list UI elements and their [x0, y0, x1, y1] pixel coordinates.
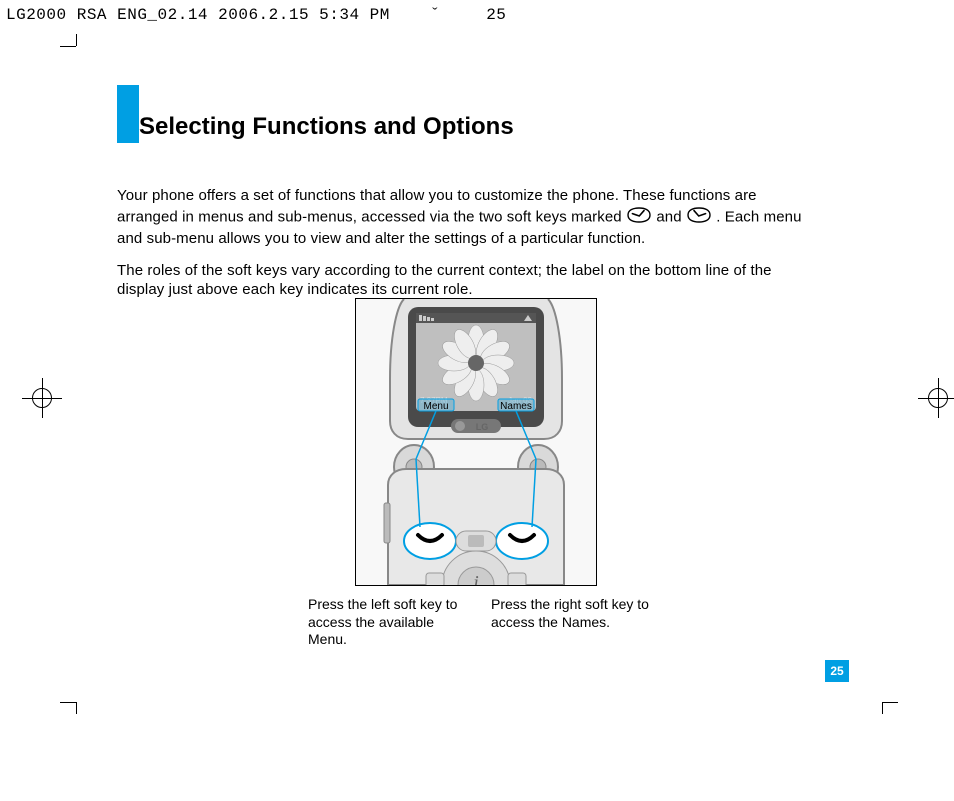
slug-page-hint: 25	[486, 6, 506, 24]
slug-line: LG2000 RSA ENG_02.14 2006.2.15 5:34 PM ˇ…	[6, 6, 506, 24]
right-softkey-icon	[686, 206, 712, 230]
crop-mark	[882, 702, 883, 714]
slug-caret: ˇ	[430, 6, 440, 24]
caption-left: Press the left soft key to access the av…	[308, 596, 468, 649]
brand-badge: LG	[476, 422, 489, 432]
svg-text:i: i	[473, 572, 479, 585]
registration-mark-left	[22, 378, 62, 418]
page-title: Selecting Functions and Options	[139, 113, 514, 141]
paragraph-1: Your phone offers a set of functions tha…	[117, 186, 817, 249]
screen-soft-left: Menu	[423, 401, 448, 412]
body-text: Your phone offers a set of functions tha…	[117, 186, 817, 312]
crop-mark	[882, 702, 898, 703]
p1b: and	[656, 208, 686, 225]
title-accent	[117, 85, 139, 143]
slug-text: LG2000 RSA ENG_02.14 2006.2.15 5:34 PM	[6, 6, 390, 24]
paragraph-2: The roles of the soft keys vary accordin…	[117, 261, 817, 300]
screen-soft-right: Names	[500, 401, 532, 412]
crop-mark	[60, 46, 76, 47]
page: LG2000 RSA ENG_02.14 2006.2.15 5:34 PM ˇ…	[0, 0, 954, 801]
crop-mark	[76, 34, 77, 46]
page-number-badge: 25	[825, 660, 849, 682]
crop-mark	[76, 702, 77, 714]
crop-mark	[60, 702, 76, 703]
caption-right: Press the right soft key to access the N…	[491, 596, 651, 631]
left-softkey-icon	[626, 206, 652, 230]
phone-illustration: 7.37PM Jan 03 Menu Names LG	[355, 298, 597, 586]
registration-mark-right	[918, 378, 954, 418]
